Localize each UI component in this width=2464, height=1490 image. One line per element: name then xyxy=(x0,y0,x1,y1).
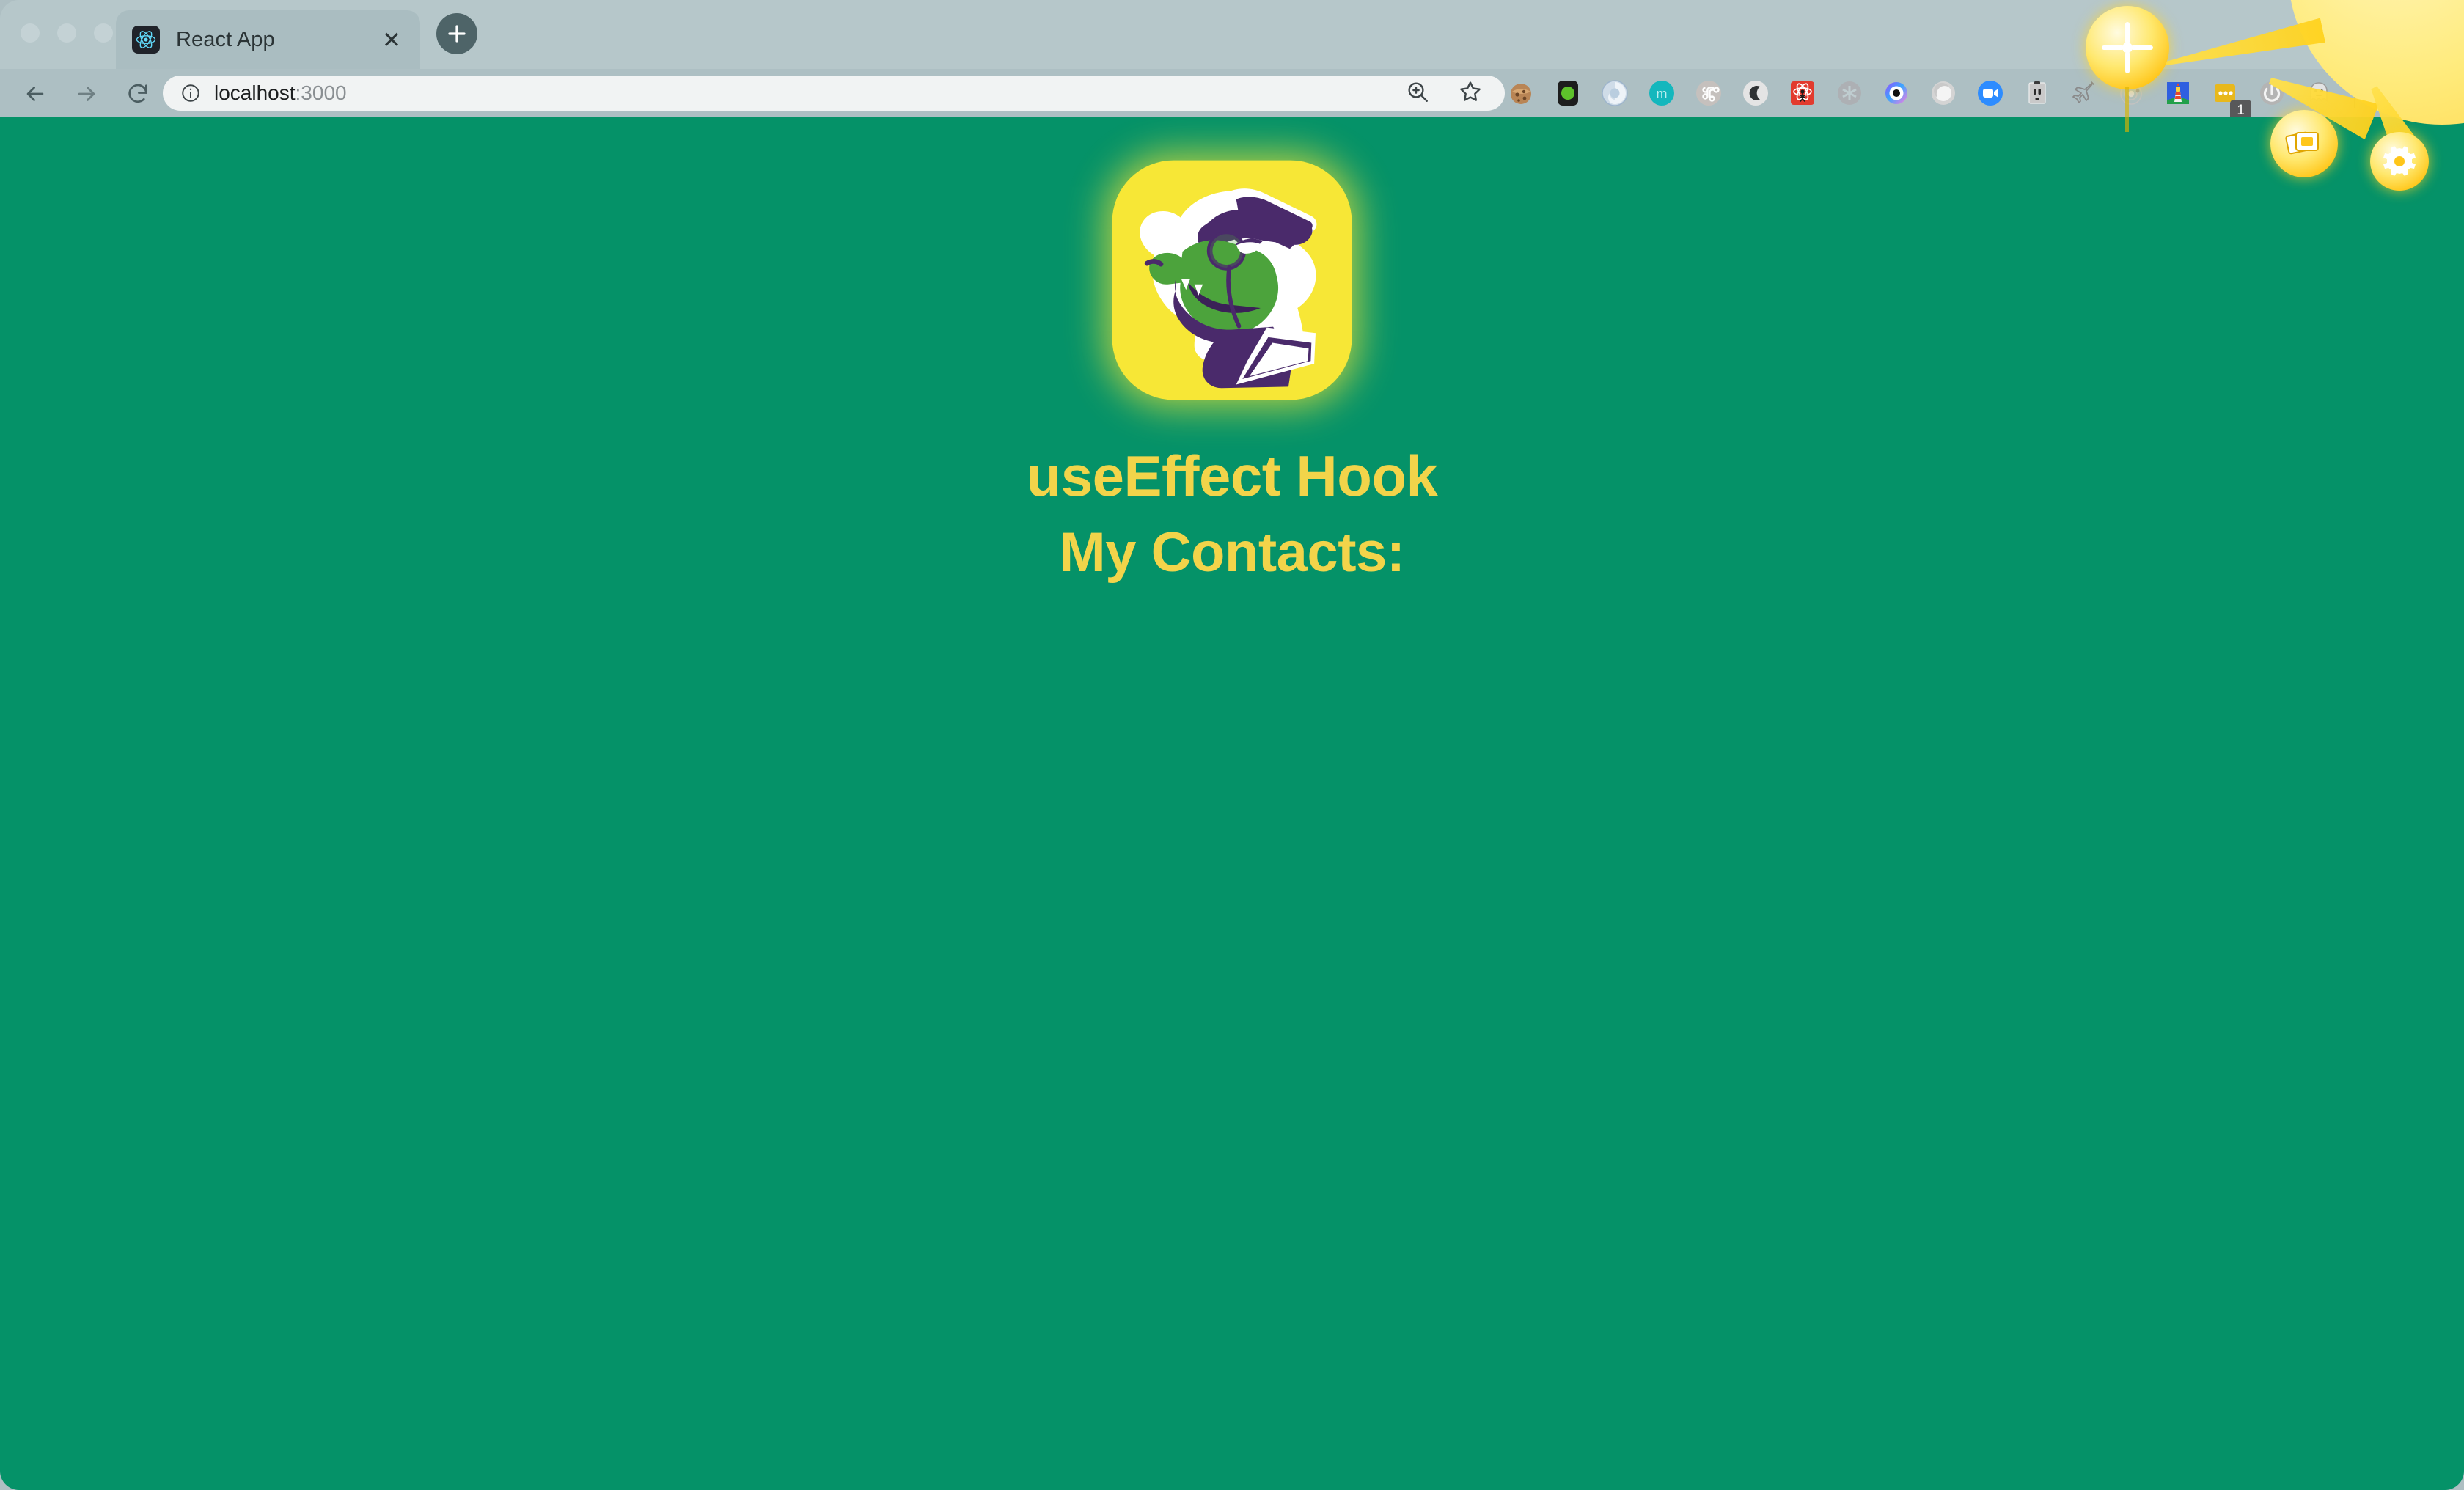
command-key-extension-icon[interactable] xyxy=(1691,76,1726,111)
faded-extension-icon[interactable] xyxy=(1832,76,1867,111)
ghost-avatar-extension-icon[interactable] xyxy=(2301,76,2336,111)
blue-swirl-extension-icon[interactable] xyxy=(1597,76,1632,111)
zoom-meeting-extension-icon[interactable] xyxy=(1973,76,2008,111)
react-logo-icon xyxy=(132,26,160,54)
address-bar-text: localhost:3000 xyxy=(214,81,347,105)
toolbar-divider xyxy=(2354,78,2355,108)
browser-tab[interactable]: React App ✕ xyxy=(116,10,420,69)
close-window-button[interactable] xyxy=(21,23,40,43)
power-outlet-extension-icon[interactable] xyxy=(2020,76,2055,111)
gray-circle-extension-icon[interactable] xyxy=(1926,76,1961,111)
omnibox-actions xyxy=(1405,79,1487,108)
forward-icon[interactable] xyxy=(67,75,106,113)
url-port: :3000 xyxy=(295,81,347,104)
momentum-extension-icon[interactable]: m xyxy=(1644,76,1679,111)
browser-chrome: React App ✕ localhost:3000 m 1 xyxy=(0,0,2464,121)
airplane-extension-icon[interactable] xyxy=(2067,76,2102,111)
app-header: useEffect Hook My Contacts: xyxy=(0,117,2464,584)
contacts-heading: My Contacts: xyxy=(1059,521,1405,584)
tab-strip: React App ✕ xyxy=(0,0,2464,69)
cookie-extension-icon[interactable] xyxy=(1503,76,1539,111)
svg-text:m: m xyxy=(1657,87,1668,101)
tab-title: React App xyxy=(176,27,275,51)
maximize-window-button[interactable] xyxy=(94,23,113,43)
browser-toolbar: localhost:3000 m 1 xyxy=(0,69,2464,121)
plus-icon xyxy=(448,25,466,43)
navigation-buttons xyxy=(16,75,157,113)
minimize-window-button[interactable] xyxy=(57,23,76,43)
gradient-ring-extension-icon[interactable] xyxy=(1879,76,1914,111)
address-bar[interactable]: localhost:3000 xyxy=(163,76,1505,111)
web-page-content: useEffect Hook My Contacts: xyxy=(0,117,2464,1490)
yellow-badge-extension-icon[interactable]: 1 xyxy=(2207,76,2251,121)
profile-avatar[interactable] xyxy=(2373,76,2408,111)
power-button-extension-icon[interactable] xyxy=(2254,76,2289,111)
back-icon[interactable] xyxy=(16,75,54,113)
dark-mode-moon-icon[interactable] xyxy=(1738,76,1773,111)
window-controls[interactable] xyxy=(21,23,113,43)
extensions-toolbar: m 1 xyxy=(1497,76,2461,121)
chrome-menu-icon[interactable] xyxy=(2420,76,2455,111)
reload-icon[interactable] xyxy=(119,75,157,113)
gator-top-hat-logo xyxy=(1112,160,1352,400)
green-dot-extension-icon[interactable] xyxy=(1550,76,1585,111)
lighthouse-extension-icon[interactable] xyxy=(2160,76,2196,111)
bookmark-star-icon[interactable] xyxy=(1458,79,1483,108)
page-title: useEffect Hook xyxy=(1026,444,1438,508)
app-logo xyxy=(1093,141,1371,419)
new-tab-button[interactable] xyxy=(436,13,477,54)
site-info-icon[interactable] xyxy=(180,83,201,103)
browser-window: React App ✕ localhost:3000 m 1 useEffect… xyxy=(0,0,2464,1490)
close-tab-icon[interactable]: ✕ xyxy=(379,27,404,52)
url-host: localhost xyxy=(214,81,296,104)
react-devtools-icon[interactable] xyxy=(1785,76,1820,111)
zoom-icon[interactable] xyxy=(1405,79,1430,108)
orbit-extension-icon[interactable] xyxy=(2113,76,2149,111)
